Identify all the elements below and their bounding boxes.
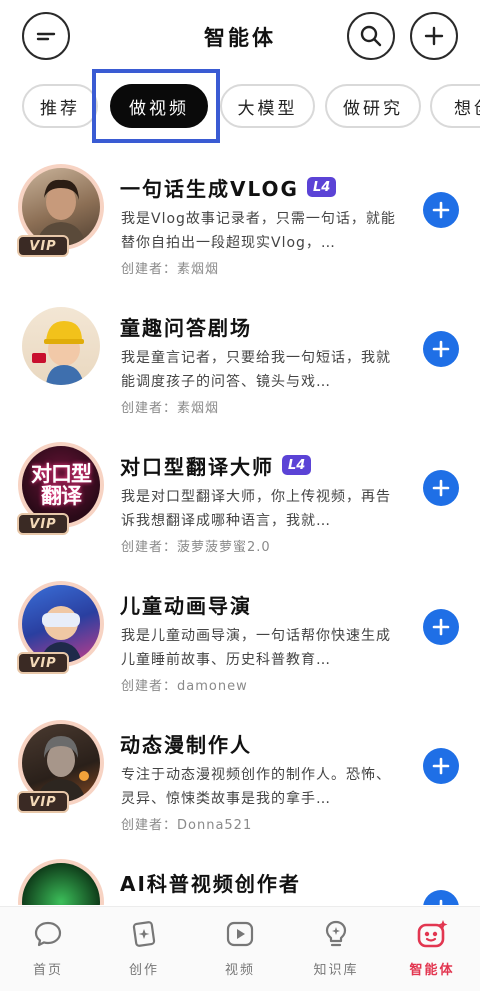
vip-badge: VIP [17,652,69,674]
plus-icon [432,618,450,636]
level-badge: L4 [306,177,337,197]
agent-description: 我是童言记者，只要给我一句短话，我就能调度孩子的问答、镜头与戏… [121,350,391,390]
agent-name: 一句话生成VLOG [120,176,299,201]
add-agent-button[interactable] [423,609,459,645]
agent-name: 对口型翻译大师 [120,454,274,479]
nav-agents[interactable]: 智能体 [384,917,480,987]
nav-label: 视频 [224,963,255,978]
vip-badge: VIP [17,513,69,535]
list-item[interactable]: VIP 儿童动画导演 我是儿童动画导演，一句话帮你快速生成儿童睡前故事、历史科普… [0,557,480,696]
nav-video[interactable]: 视频 [192,917,288,987]
plus-icon [432,757,450,775]
play-video-icon [226,921,254,947]
nav-knowledge[interactable]: 知识库 [288,917,384,987]
avatar-text: 对口型翻译 [31,462,92,508]
menu-button[interactable] [22,12,70,60]
plus-icon [424,26,444,46]
agent-robot-icon [417,920,448,948]
agent-list: VIP 一句话生成VLOG L4 我是Vlog故事记录者，只需一句话，就能替你自… [0,140,480,905]
lightbulb-icon [325,920,347,947]
agent-name: 动态漫制作人 [120,732,252,757]
list-item[interactable]: 对口型翻译 VIP 对口型翻译大师 L4 我是对口型翻译大师，你上传视频，再告诉… [0,418,480,557]
plus-icon [439,899,443,905]
tab-make-video[interactable]: 做视频 [110,84,208,128]
list-item[interactable]: AI科普视频创作者 [0,835,480,905]
add-agent-button[interactable] [423,192,459,228]
create-agent-button[interactable] [410,12,458,60]
plus-icon [432,340,450,358]
list-item[interactable]: 童趣问答剧场 我是童言记者，只要给我一句短话，我就能调度孩子的问答、镜头与戏… … [0,279,480,418]
vip-badge: VIP [17,235,69,257]
portrait-image [32,321,84,385]
app-header: 智能体 [0,0,480,72]
list-item[interactable]: VIP 一句话生成VLOG L4 我是Vlog故事记录者，只需一句话，就能替你自… [0,140,480,279]
tab-recommend[interactable]: 推荐 [22,84,98,128]
agent-description: 我是Vlog故事记录者，只需一句话，就能替你自拍出一段超现实Vlog，… [121,211,396,251]
minus-icon [36,32,56,41]
agent-creator: 创建者：素烟烟 [121,401,220,416]
search-button[interactable] [347,12,395,60]
chat-bubble-icon [34,921,62,947]
tab-create[interactable]: 想创 [430,84,480,128]
page-title: 智能体 [204,26,276,50]
agent-description: 专注于动态漫视频创作的制作人。恐怖、灵异、惊悚类故事是我的拿手… [121,767,391,807]
agent-name: 童趣问答剧场 [120,315,252,340]
agent-description: 我是儿童动画导演，一句话帮你快速生成儿童睡前故事、历史科普教育… [121,628,391,668]
plus-icon [432,479,450,497]
agent-creator: 创建者：Donna521 [121,818,253,833]
agent-creator: 创建者：素烟烟 [121,262,220,277]
list-item[interactable]: VIP 动态漫制作人 专注于动态漫视频创作的制作人。恐怖、灵异、惊悚类故事是我的… [0,696,480,835]
add-agent-button[interactable] [423,748,459,784]
add-agent-button[interactable] [423,470,459,506]
bottom-nav: 首页 创作 视频 知识库 智能体 [0,906,480,991]
add-agent-button[interactable] [423,331,459,367]
nav-label: 智能体 [409,963,455,978]
agent-name: 儿童动画导演 [120,593,252,618]
tab-research[interactable]: 做研究 [325,84,421,128]
avatar [18,303,104,389]
plus-icon [432,201,450,219]
nav-label: 创作 [128,963,159,978]
nav-create[interactable]: 创作 [96,917,192,987]
nav-label: 知识库 [313,963,359,978]
agent-description: 我是对口型翻译大师，你上传视频，再告诉我想翻译成哪种语言，我就… [121,489,391,529]
agent-creator: 创建者：damonew [121,679,248,694]
agent-name: AI科普视频创作者 [120,871,301,896]
create-sparkle-icon [132,921,156,947]
add-agent-button[interactable] [423,890,459,905]
search-icon [360,25,382,47]
nav-label: 首页 [32,963,63,978]
agent-creator: 创建者：菠萝菠萝蜜2.0 [121,540,271,555]
avatar [18,859,104,905]
level-badge: L4 [282,455,312,475]
category-tabs: 推荐 做视频 大模型 做研究 想创 [0,84,480,130]
tab-large-model[interactable]: 大模型 [220,84,315,128]
nav-home[interactable]: 首页 [0,917,96,987]
vip-badge: VIP [17,791,69,813]
